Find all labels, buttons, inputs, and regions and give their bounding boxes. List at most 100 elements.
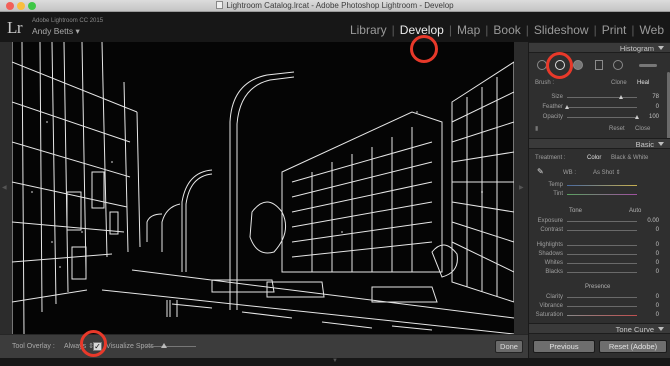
contrast-value[interactable]: 0 — [641, 227, 659, 234]
temp-slider[interactable] — [567, 185, 637, 186]
tint-slider[interactable] — [567, 194, 637, 195]
spot-removal-tool-icon[interactable] — [555, 60, 565, 70]
tint-label: Tint — [553, 191, 563, 197]
wb-select[interactable]: As Shot ⇕ — [593, 170, 621, 177]
chevron-down-icon: ▾ — [75, 26, 80, 36]
clarity-slider[interactable] — [567, 297, 637, 298]
tone-curve-title: Tone Curve — [615, 325, 654, 334]
crop-tool-icon[interactable] — [537, 60, 547, 70]
exposure-value[interactable]: 0.00 — [641, 218, 659, 225]
photo-edge-render — [12, 42, 514, 334]
module-separator: | — [448, 23, 452, 37]
treatment-bw[interactable]: Black & White — [611, 155, 648, 162]
collapse-triangle-icon — [658, 142, 664, 146]
tool-overlay-select[interactable]: Always ⇕ — [64, 343, 94, 351]
module-slideshow[interactable]: Slideshow — [534, 23, 589, 37]
tone-curve-header[interactable]: Tone Curve — [529, 323, 670, 334]
module-separator: | — [631, 23, 635, 37]
photo-visualize-spots[interactable] — [12, 42, 514, 334]
vibrance-label: Vibrance — [539, 303, 563, 309]
white-balance-picker-icon[interactable]: ✎ — [537, 168, 544, 176]
right-panel: Histogram Brush : Clone Heal Size 78 Fea… — [528, 42, 670, 334]
contrast-label: Contrast — [540, 227, 563, 233]
size-slider[interactable] — [567, 97, 637, 98]
feather-value[interactable]: 0 — [641, 104, 659, 111]
visualize-spots-label[interactable]: Visualize Spots — [106, 343, 154, 351]
radial-filter-icon[interactable] — [613, 60, 623, 70]
exposure-slider[interactable] — [567, 221, 637, 222]
temp-label: Temp — [548, 182, 563, 188]
module-web[interactable]: Web — [640, 23, 664, 37]
blacks-label: Blacks — [545, 269, 563, 275]
tool-overlay-value: Always — [64, 343, 87, 350]
slider-knob[interactable] — [161, 343, 167, 348]
vibrance-value[interactable]: 0 — [641, 303, 659, 310]
whites-slider[interactable] — [567, 263, 637, 264]
adjustment-brush-icon[interactable] — [639, 64, 657, 67]
opacity-value[interactable]: 100 — [641, 114, 659, 121]
close-spot-button[interactable]: Close — [635, 126, 650, 133]
image-canvas[interactable]: ◀ ▶ — [0, 42, 528, 334]
treatment-color[interactable]: Color — [587, 155, 601, 162]
opacity-slider-knob[interactable] — [634, 115, 639, 119]
module-develop[interactable]: Develop — [400, 23, 444, 37]
histogram-title: Histogram — [619, 44, 654, 53]
right-panel-toggle-icon[interactable]: ▶ — [519, 184, 524, 191]
opacity-slider[interactable] — [567, 117, 637, 118]
left-panel-toggle-icon[interactable]: ◀ — [2, 184, 7, 191]
module-separator: | — [593, 23, 597, 37]
treatment-label: Treatment : — [535, 155, 566, 161]
shadows-slider[interactable] — [567, 254, 637, 255]
visualize-spots-checkbox[interactable]: ✓ — [93, 342, 102, 351]
saturation-slider[interactable] — [567, 315, 637, 316]
develop-toolbar: Tool Overlay : Always ⇕ ✓ Visualize Spot… — [0, 334, 528, 358]
module-library[interactable]: Library — [350, 23, 387, 37]
opacity-label: Opacity — [542, 114, 563, 120]
module-separator: | — [525, 23, 529, 37]
mask-toggle-icon[interactable]: ▮ — [535, 126, 538, 133]
shadows-label: Shadows — [538, 251, 563, 257]
saturation-label: Saturation — [535, 312, 563, 318]
previous-button[interactable]: Previous — [533, 340, 595, 353]
done-button[interactable]: Done — [495, 340, 523, 353]
module-map[interactable]: Map — [457, 23, 480, 37]
vibrance-slider[interactable] — [567, 306, 637, 307]
highlights-slider[interactable] — [567, 245, 637, 246]
filmstrip-toggle-icon[interactable]: ▼ — [332, 358, 338, 364]
basic-header[interactable]: Basic — [529, 138, 670, 149]
feather-label: Feather — [542, 104, 563, 110]
auto-tone-button[interactable]: Auto — [629, 208, 641, 215]
whites-value[interactable]: 0 — [641, 260, 659, 267]
window-title-text: Lightroom Catalog.lrcat - Adobe Photosho… — [226, 1, 454, 10]
saturation-value[interactable]: 0 — [641, 312, 659, 319]
user-name[interactable]: Andy Betts ▾ — [32, 26, 80, 36]
size-value[interactable]: 78 — [641, 94, 659, 101]
collapse-triangle-icon — [658, 46, 664, 50]
tone-label: Tone — [569, 208, 583, 214]
heal-option[interactable]: Heal — [637, 80, 649, 87]
blacks-slider[interactable] — [567, 272, 637, 273]
visualize-threshold-slider[interactable] — [146, 346, 196, 347]
blacks-value[interactable]: 0 — [641, 269, 659, 276]
histogram-header[interactable]: Histogram — [529, 42, 670, 53]
tool-overlay-label: Tool Overlay : — [12, 343, 55, 350]
size-slider-knob[interactable] — [619, 95, 624, 99]
red-eye-tool-icon[interactable] — [573, 60, 583, 70]
graduated-filter-icon[interactable] — [595, 60, 603, 70]
highlights-value[interactable]: 0 — [641, 242, 659, 249]
feather-slider-knob[interactable] — [564, 105, 569, 109]
clone-option[interactable]: Clone — [611, 80, 627, 87]
user-name-text: Andy Betts — [32, 26, 74, 36]
module-print[interactable]: Print — [602, 23, 627, 37]
filmstrip-toggle-bar[interactable]: ▼ — [0, 358, 670, 366]
module-picker: Library | Develop | Map | Book | Slidesh… — [350, 23, 664, 37]
contrast-slider[interactable] — [567, 230, 637, 231]
shadows-value[interactable]: 0 — [641, 251, 659, 258]
module-separator: | — [391, 23, 395, 37]
reset-adobe-button[interactable]: Reset (Adobe) — [599, 340, 667, 353]
feather-slider[interactable] — [567, 107, 637, 108]
module-book[interactable]: Book — [493, 23, 520, 37]
clarity-label: Clarity — [545, 294, 563, 300]
clarity-value[interactable]: 0 — [641, 294, 659, 301]
reset-spot-button[interactable]: Reset — [609, 126, 625, 133]
